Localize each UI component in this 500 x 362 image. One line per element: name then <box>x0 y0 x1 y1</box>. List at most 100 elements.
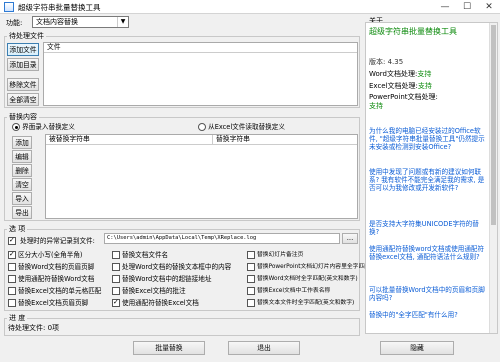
options-label: 选 项 <box>7 224 28 234</box>
option-excel-comment[interactable]: 替换Excel文档的批注 <box>112 285 186 295</box>
replace-definition-table[interactable]: 被替换字符串 替换字符串 <box>45 134 358 219</box>
minimize-button[interactable]: — <box>434 0 456 14</box>
option-label: 替换文档文件名 <box>122 251 169 259</box>
option-label: 替换幻灯片备注页 <box>257 252 304 258</box>
file-column-header[interactable]: 文件 <box>44 43 357 53</box>
option-replace-filename[interactable]: 替换文档文件名 <box>112 249 168 259</box>
faq-link-wildcard[interactable]: 使用通配符替换word文档或使用通配符替换excel文档, 通配符语法什么规则? <box>369 245 487 261</box>
checkbox-icon <box>112 275 120 283</box>
checkbox-icon <box>247 286 255 295</box>
checkbox-icon <box>8 250 16 259</box>
excel-support: Excel文档处理:支持 <box>369 81 432 91</box>
product-title: 超级字符串批量替换工具 <box>369 27 457 36</box>
scrollbar-thumb[interactable] <box>491 25 496 225</box>
option-label: 使用通配符替换Excel文档 <box>122 299 199 307</box>
option-case-sensitive[interactable]: 区分大小写(全角半角) <box>8 249 83 259</box>
replace-column-header[interactable]: 替换字符串 <box>213 135 357 145</box>
function-label: 功能: <box>6 19 23 27</box>
ppt-support-value: 支持 <box>369 102 383 110</box>
faq-link-header-footer[interactable]: 可以批量替换Word文档中的页眉和页脚内容吗? <box>369 286 487 302</box>
version-text: 版本: 4.35 <box>369 58 404 66</box>
option-label: 替换Excel文档的批注 <box>122 287 186 295</box>
faq-link-whole-word[interactable]: 替换中的"全字匹配"有什么用? <box>369 311 487 319</box>
option-word-wildcard[interactable]: 使用通配符替换Word文档 <box>8 273 94 283</box>
option-label: 区分大小写(全角半角) <box>18 251 83 259</box>
option-slide-notes[interactable]: 替换幻灯片备注页 <box>247 249 303 259</box>
faq-link-office-detect[interactable]: 为什么我的电脑已经安装过的Office软件, "超级字符串批量替换工具"仍然提示… <box>369 127 487 151</box>
import-button[interactable]: 导入 <box>12 192 32 205</box>
add-button[interactable]: 添加 <box>12 136 32 149</box>
export-button[interactable]: 导出 <box>12 206 32 219</box>
ppt-support-label: PowerPoint文档处理: <box>369 93 438 101</box>
radio-excel-define[interactable]: 从Excel文件读取替换定义 <box>198 121 285 131</box>
option-excel-cell-match[interactable]: 替换Excel文档的单元格匹配 <box>8 285 101 295</box>
about-panel: 超级字符串批量替换工具 版本: 4.35 Word文档处理:支持 Excel文档… <box>365 22 498 334</box>
log-path-input[interactable]: C:\Users\admin\AppData\Local\Temp\XRepla… <box>104 233 340 244</box>
option-label: 替换Word文档的页眉页脚 <box>18 263 95 271</box>
radio-interface-define[interactable]: 界面录入替换定义 <box>12 121 75 131</box>
word-support-label: Word文档处理: <box>369 70 418 78</box>
progress-text: 待处理文件: 0项 <box>8 324 60 332</box>
word-support-value: 支持 <box>417 70 432 78</box>
faq-link-contact[interactable]: 使用中发现了问题或有新的建议如何联系? 我有软件不能完全满足我的需求, 是否可以… <box>369 168 487 192</box>
checkbox-icon <box>247 250 255 259</box>
log-to-file-label: 处理时的异常记录到文件: <box>20 237 95 245</box>
option-label: 替换Excel文档页眉页脚 <box>18 299 89 307</box>
checkbox-icon <box>247 262 255 271</box>
delete-button[interactable]: 删除 <box>12 164 32 177</box>
log-to-file-option[interactable]: 处理时的异常记录到文件: <box>8 235 95 245</box>
file-list[interactable]: 文件 <box>43 42 358 106</box>
option-ppt-whole-word[interactable]: 替换PowerPoint文档幻灯片内容里全字匹配 <box>247 261 370 271</box>
option-label: 替换Word文档时全字匹配(英文和数字) <box>257 276 358 282</box>
checkbox-icon <box>112 263 120 271</box>
function-select-value: 文档内容替换 <box>36 18 78 26</box>
option-word-textbox[interactable]: 处理Word文档的替换文本框中的内容 <box>112 261 231 271</box>
app-icon <box>4 2 14 12</box>
checkbox-icon <box>8 236 16 245</box>
word-support: Word文档处理:支持 <box>369 69 431 79</box>
option-excel-sheet-name[interactable]: 替换Excel文档中工作表名称 <box>247 285 330 295</box>
option-label: 替换Word文档中的超链接地址 <box>122 275 212 283</box>
clear-button[interactable]: 清空 <box>12 178 32 191</box>
add-folder-button[interactable]: 添加目录 <box>7 58 39 71</box>
faq-link-unicode[interactable]: 是否支持大字符集UNICODE字符的替换? <box>369 220 487 236</box>
radio-excel-label: 从Excel文件读取替换定义 <box>208 123 285 131</box>
option-label: 使用通配符替换Word文档 <box>18 275 95 283</box>
option-excel-header-footer[interactable]: 替换Excel文档页眉页脚 <box>8 297 88 307</box>
hide-button[interactable]: 隐藏 <box>380 341 454 355</box>
option-label: 替换Excel文档中工作表名称 <box>257 288 331 294</box>
maximize-button[interactable]: ☐ <box>456 0 478 14</box>
batch-replace-button[interactable]: 批量替换 <box>133 341 205 355</box>
option-label: 替换Excel文档的单元格匹配 <box>18 287 102 295</box>
edit-button[interactable]: 编辑 <box>12 150 32 163</box>
function-select[interactable]: 文档内容替换 ▼ <box>32 16 129 28</box>
checkbox-icon <box>247 298 255 307</box>
option-text-whole-word[interactable]: 替换文本文件时全字匹配(英文和数字) <box>247 297 354 307</box>
option-word-whole-word[interactable]: 替换Word文档时全字匹配(英文和数字) <box>247 273 358 283</box>
find-column-header[interactable]: 被替换字符串 <box>46 135 213 145</box>
exit-button[interactable]: 退出 <box>228 341 300 355</box>
checkbox-icon <box>112 287 120 295</box>
radio-icon <box>12 123 20 131</box>
option-word-hyperlink[interactable]: 替换Word文档中的超链接地址 <box>112 273 211 283</box>
browse-button[interactable]: ... <box>342 233 358 244</box>
pending-files-label: 待处理文件 <box>7 31 46 41</box>
option-label: 替换PowerPoint文档幻灯片内容里全字匹配 <box>257 264 371 270</box>
radio-icon <box>198 123 206 131</box>
clear-all-button[interactable]: 全部清空 <box>7 93 39 106</box>
option-label: 替换文本文件时全字匹配(英文和数字) <box>257 300 355 306</box>
checkbox-icon <box>247 274 255 283</box>
excel-support-value: 支持 <box>417 82 432 90</box>
checkbox-icon <box>8 299 16 307</box>
option-word-header-footer[interactable]: 替换Word文档的页眉页脚 <box>8 261 94 271</box>
about-scrollbar[interactable] <box>489 23 497 333</box>
remove-file-button[interactable]: 移除文件 <box>7 78 39 91</box>
option-excel-wildcard[interactable]: 使用通配符替换Excel文档 <box>112 297 199 307</box>
checkbox-icon <box>8 287 16 295</box>
close-button[interactable]: ✕ <box>478 0 500 14</box>
add-file-button[interactable]: 添加文件 <box>7 43 39 56</box>
title-bar: 超级字符串批量替换工具 — ☐ ✕ <box>0 0 500 14</box>
checkbox-icon <box>112 298 120 307</box>
chevron-down-icon: ▼ <box>117 17 128 27</box>
ppt-support: PowerPoint文档处理: 支持 <box>369 93 487 111</box>
